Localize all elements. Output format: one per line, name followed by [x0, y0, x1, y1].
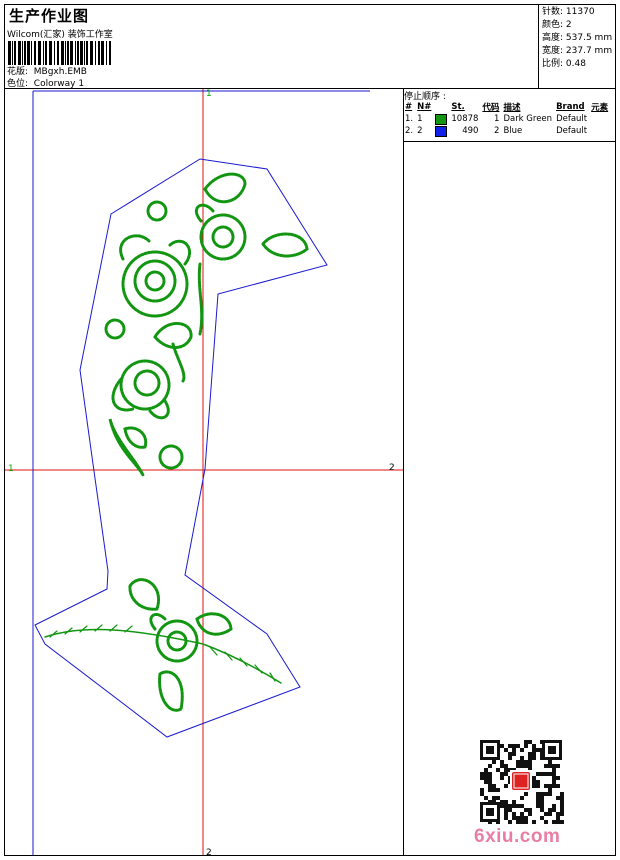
- rose-small-top: [194, 203, 247, 261]
- col-index: #: [405, 102, 413, 112]
- table-row: 1. 1 10878 1 Dark Green Default: [405, 113, 588, 125]
- rose-large-1: [119, 234, 192, 318]
- axis-marker-bottom: 2: [206, 848, 212, 858]
- small-flowers-upper: [104, 200, 204, 470]
- stat-width: 宽度: 237.7 mm: [542, 46, 613, 56]
- embroidery-motifs: [44, 172, 309, 712]
- header-divider: [538, 4, 539, 88]
- color-swatch: [435, 125, 448, 137]
- col-needle: N#: [417, 102, 432, 112]
- table-header: # N# St. 代码 描述 Brand 元素: [404, 101, 611, 113]
- axis-marker-top: 1: [206, 89, 212, 99]
- col-brand: Brand: [556, 102, 585, 112]
- thread-color-table: # N# St. 代码 描述 Brand 元素 1. 1 10878 1 Dar…: [404, 101, 611, 137]
- embroidery-design-canvas: [5, 89, 403, 855]
- axis-marker-right: 2: [389, 463, 395, 473]
- header-panel: 生产作业图 Wilcom(汇家) 装饰工作室 花版: MBgxh.EMB 色位:…: [5, 5, 538, 89]
- stat-height: 高度: 537.5 mm: [542, 33, 613, 43]
- col-code: 代码: [482, 103, 500, 113]
- side-divider: [403, 88, 404, 856]
- rose-large-2: [111, 359, 171, 420]
- company-name: Wilcom(汇家) 装饰工作室: [7, 30, 113, 40]
- axis-marker-left: 1: [8, 464, 14, 474]
- qr-code: [478, 738, 564, 824]
- table-bottom-rule: [404, 141, 615, 142]
- stat-scale: 比例: 0.48: [542, 59, 586, 69]
- stats-panel: 针数: 11370 颜色: 2 高度: 537.5 mm 宽度: 237.7 m…: [542, 6, 612, 71]
- col-stitches: St.: [451, 102, 465, 112]
- stat-stitches: 针数: 11370: [542, 7, 595, 17]
- color-swatch: [435, 113, 448, 125]
- stat-colors: 颜色: 2: [542, 20, 572, 30]
- watermark: 6xiu.com: [474, 826, 561, 847]
- leaves-lower: [128, 578, 233, 712]
- col-swatch: [434, 101, 450, 113]
- sheet-title: 生产作业图: [9, 7, 90, 25]
- col-description: 描述: [503, 103, 521, 113]
- table-row: 2. 2 490 2 Blue Default: [405, 125, 588, 137]
- qr-red-stamp: [510, 770, 532, 792]
- barcode: [8, 41, 111, 65]
- col-element: 元素: [591, 103, 609, 113]
